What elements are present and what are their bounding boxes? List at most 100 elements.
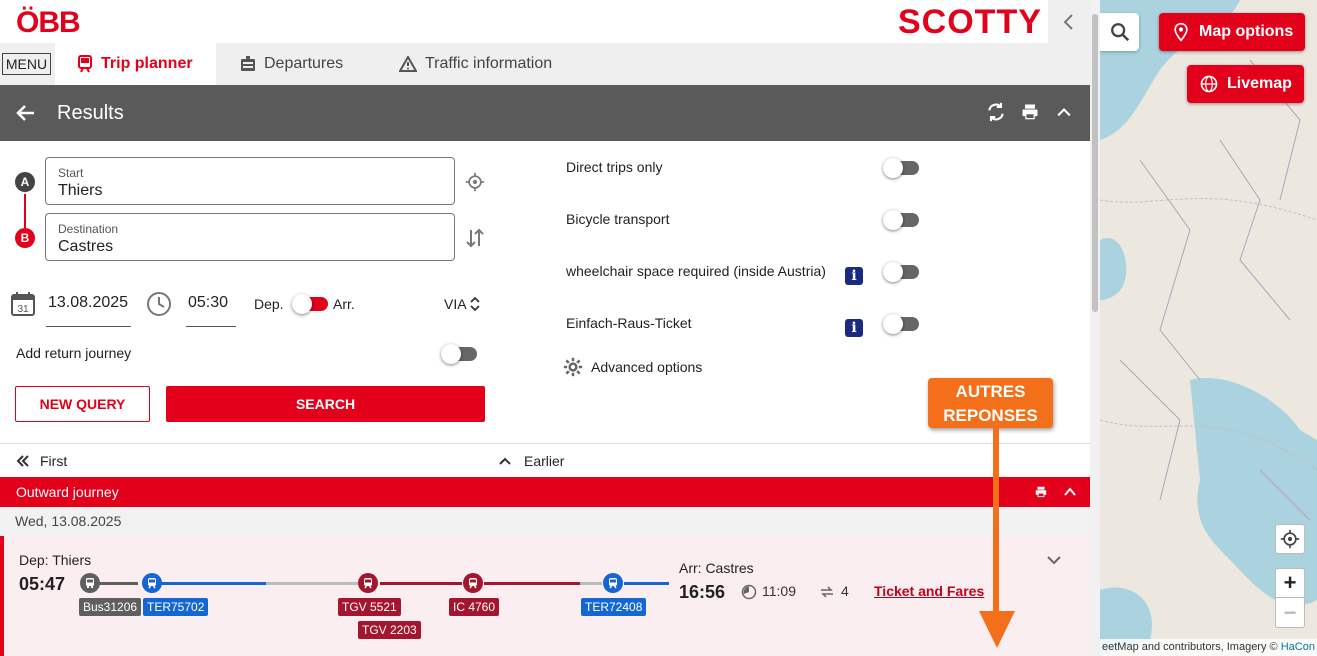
destination-field-value: Castres: [58, 238, 114, 255]
new-query-button[interactable]: NEW QUERY: [15, 386, 150, 422]
chevron-up-icon[interactable]: [1063, 485, 1077, 499]
via-button[interactable]: VIA: [444, 296, 480, 312]
toggle-knob: [292, 294, 312, 314]
train-icon: [463, 573, 483, 593]
map-attribution: eetMap and contributors, Imagery © HaCon: [1100, 639, 1317, 656]
leg-line-ter: [160, 582, 266, 585]
leg-badge-bus31206[interactable]: Bus31206: [79, 598, 142, 616]
train-icon: [142, 573, 162, 593]
start-field[interactable]: Start Thiers: [45, 157, 455, 205]
departure-time: 05:47: [19, 574, 66, 594]
time-value[interactable]: 05:30: [188, 294, 228, 312]
hacon-link[interactable]: HaCon: [1281, 641, 1315, 653]
map-options-button[interactable]: Map options: [1159, 13, 1306, 51]
toggle-knob: [441, 344, 461, 364]
dep-arr-toggle[interactable]: [292, 294, 328, 314]
clock-icon[interactable]: [146, 291, 172, 317]
print-icon[interactable]: [1020, 102, 1040, 122]
calendar-icon[interactable]: 31: [10, 291, 36, 317]
gear-icon: [563, 357, 583, 377]
departures-board-icon: [241, 56, 255, 71]
pagination-bar: First Earlier: [0, 443, 1090, 477]
scotty-logo: SCOTTY: [898, 3, 1042, 41]
swap-icon[interactable]: [466, 227, 484, 249]
destination-field-label: Destination: [58, 222, 119, 236]
train-icon: [358, 573, 378, 593]
top-header: ÖBB SCOTTY: [0, 0, 1090, 43]
departure-station: Dep: Thiers: [19, 552, 92, 568]
back-arrow-icon[interactable]: [14, 101, 38, 125]
current-location-icon[interactable]: [465, 172, 485, 192]
earlier-label: Earlier: [524, 453, 565, 469]
ticket-and-fares-link[interactable]: Ticket and Fares: [874, 583, 984, 599]
results-header: Results: [0, 85, 1090, 141]
warning-triangle-icon: [399, 56, 417, 72]
option-wheelchair-label: wheelchair space required (inside Austri…: [566, 263, 826, 279]
toggle-knob: [883, 262, 903, 282]
direct-trips-toggle[interactable]: [883, 158, 919, 178]
start-field-label: Start: [58, 166, 84, 180]
search-button[interactable]: SEARCH: [166, 386, 485, 422]
obb-logo[interactable]: ÖBB: [16, 6, 81, 40]
calendar-day: 31: [17, 304, 29, 315]
expand-collapse-icon: [470, 296, 480, 312]
date-value[interactable]: 13.08.2025: [48, 294, 128, 312]
tab-departures[interactable]: Departures: [240, 43, 343, 85]
chevron-down-icon[interactable]: [1046, 554, 1062, 566]
option-einfach-raus-label: Einfach-Raus-Ticket: [566, 315, 692, 331]
leg-line-bus: [98, 582, 138, 585]
attribution-text: eetMap and contributors, Imagery ©: [1102, 641, 1278, 653]
route-connector-line: [24, 194, 26, 228]
departure-label: Dep.: [254, 296, 284, 312]
outward-journey-header[interactable]: Outward journey: [0, 477, 1090, 507]
advanced-options-button[interactable]: Advanced options: [563, 357, 702, 377]
connection-card[interactable]: Dep: Thiers 05:47 Bus31206 TER75702 TGV …: [0, 536, 1090, 656]
return-journey-toggle[interactable]: [441, 344, 477, 364]
map-pin-icon: [1174, 22, 1188, 42]
livemap-button[interactable]: Livemap: [1187, 65, 1304, 103]
zoom-in-button[interactable]: +: [1275, 568, 1305, 598]
date-underline: [46, 326, 131, 327]
panel-scrollbar[interactable]: [1090, 0, 1100, 656]
duration-icon: [741, 584, 757, 600]
option-direct-trips-label: Direct trips only: [566, 159, 663, 175]
tab-traffic-information[interactable]: Traffic information: [399, 43, 552, 85]
journey-date-row: Wed, 13.08.2025: [0, 507, 1090, 536]
locate-me-button[interactable]: [1275, 524, 1305, 554]
collapse-panel-button[interactable]: [1048, 0, 1090, 43]
bicycle-toggle[interactable]: [883, 210, 919, 230]
leg-badge-ter75702[interactable]: TER75702: [143, 598, 209, 616]
annotation-line-2: REPONSES: [943, 406, 1038, 425]
map-options-label: Map options: [1199, 23, 1294, 40]
wheelchair-toggle[interactable]: [883, 262, 919, 282]
via-label: VIA: [444, 296, 466, 312]
einfach-raus-info-icon[interactable]: i: [845, 319, 863, 337]
wheelchair-info-icon[interactable]: i: [845, 267, 863, 285]
menu-button[interactable]: MENU: [2, 53, 51, 75]
double-chevron-left-icon: [16, 455, 29, 467]
leg-badge-ic4760[interactable]: IC 4760: [449, 598, 500, 616]
leg-badge-ter72408[interactable]: TER72408: [581, 598, 647, 616]
tab-label: Trip planner: [101, 55, 193, 72]
toggle-knob: [883, 158, 903, 178]
first-button[interactable]: First: [16, 453, 67, 469]
advanced-options-label: Advanced options: [591, 359, 703, 375]
zoom-out-button[interactable]: −: [1275, 598, 1305, 628]
leg-line-ic: [484, 582, 580, 585]
leg-badge-tgv5521[interactable]: TGV 5521: [338, 598, 401, 616]
chevron-up-icon[interactable]: [1054, 102, 1074, 122]
leg-line-transfer: [580, 582, 602, 585]
scrollbar-thumb[interactable]: [1092, 14, 1098, 312]
einfach-raus-toggle[interactable]: [883, 314, 919, 334]
tab-trip-planner[interactable]: Trip planner: [55, 43, 216, 85]
leg-line-tgv: [380, 582, 462, 585]
refresh-icon[interactable]: [986, 102, 1006, 122]
option-bicycle-label: Bicycle transport: [566, 211, 670, 227]
map-search-button[interactable]: [1100, 13, 1139, 51]
print-icon[interactable]: [1034, 485, 1048, 499]
leg-badge-tgv2203[interactable]: TGV 2203: [358, 621, 421, 639]
destination-field[interactable]: Destination Castres: [45, 213, 455, 261]
results-title: Results: [57, 102, 124, 124]
transfer-icon: [821, 586, 833, 598]
earlier-button[interactable]: Earlier: [498, 453, 564, 469]
